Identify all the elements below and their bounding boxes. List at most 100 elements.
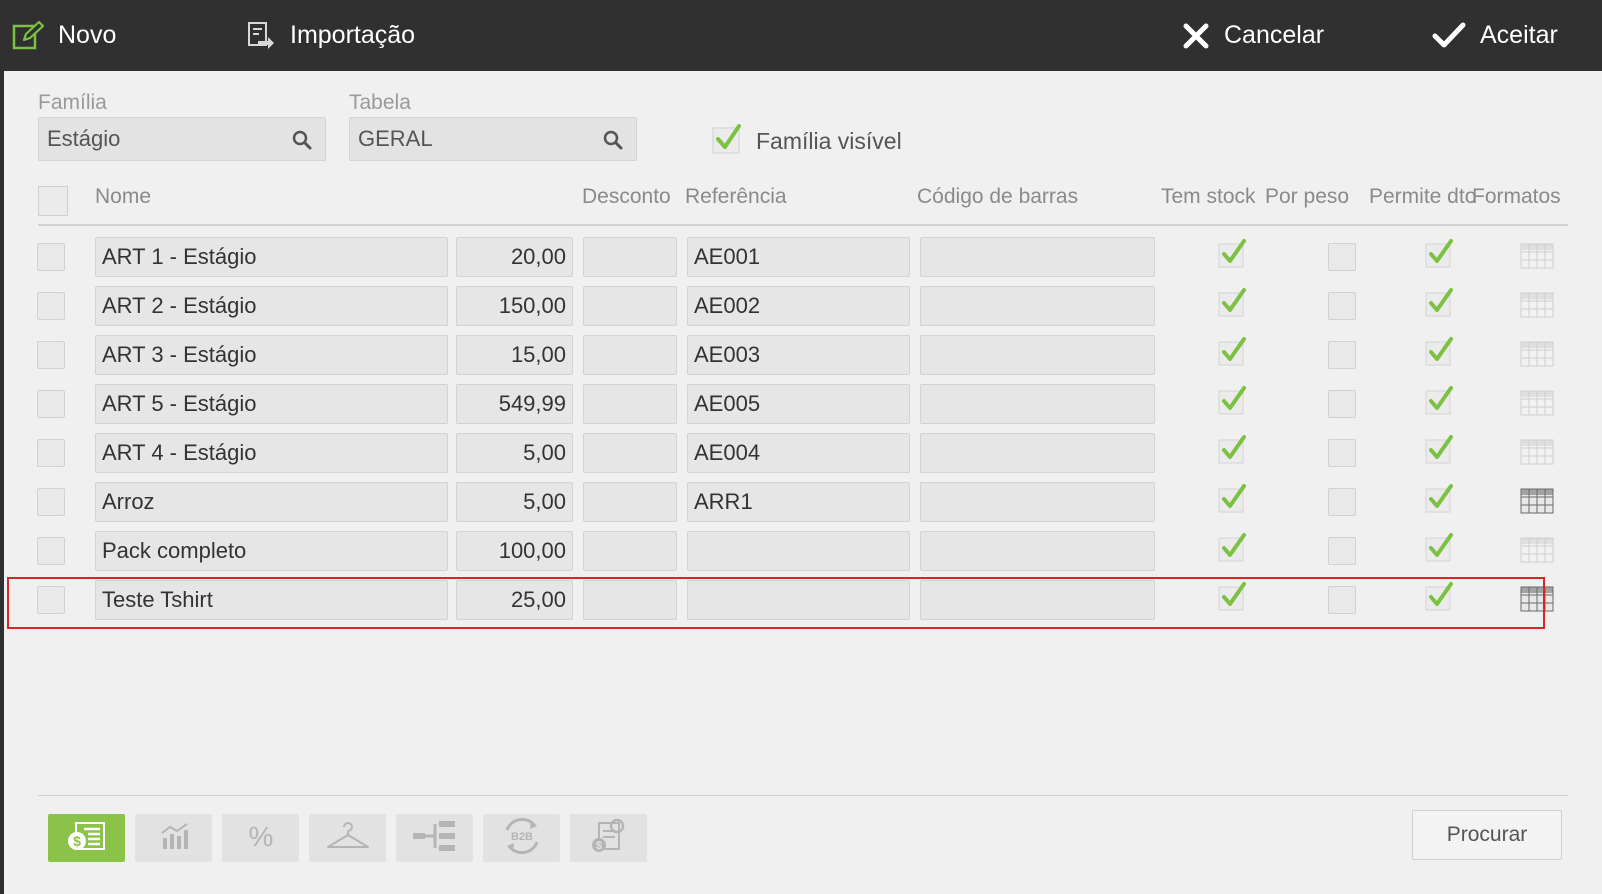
row-select-checkbox[interactable]	[37, 390, 65, 418]
tabela-select[interactable]: GERAL	[349, 117, 637, 161]
por-peso-checkbox[interactable]	[1328, 243, 1356, 271]
permite-dto-checkbox[interactable]	[1424, 483, 1454, 518]
permite-dto-checkbox[interactable]	[1424, 336, 1454, 371]
header-formatos[interactable]: Formatos	[1472, 185, 1561, 209]
permite-dto-checkbox[interactable]	[1424, 434, 1454, 469]
table-row[interactable]: Pack completo 100,00	[4, 531, 1602, 573]
por-peso-checkbox[interactable]	[1328, 537, 1356, 565]
formatos-grid-icon[interactable]	[1520, 390, 1554, 421]
preco-cell[interactable]: 150,00	[456, 286, 573, 326]
referencia-cell[interactable]	[687, 531, 910, 571]
row-select-checkbox[interactable]	[37, 439, 65, 467]
nome-cell[interactable]: Pack completo	[95, 531, 448, 571]
formatos-grid-icon[interactable]	[1520, 488, 1554, 519]
preco-cell[interactable]: 5,00	[456, 433, 573, 473]
header-referencia[interactable]: Referência	[685, 185, 787, 209]
tem-stock-checkbox[interactable]	[1217, 287, 1247, 322]
preco-cell[interactable]: 100,00	[456, 531, 573, 571]
codigo-barras-cell[interactable]	[920, 433, 1155, 473]
formatos-grid-icon[interactable]	[1520, 243, 1554, 274]
header-desconto[interactable]: Desconto	[582, 185, 671, 209]
aceitar-button[interactable]: Aceitar	[1432, 0, 1558, 71]
nome-cell[interactable]: ART 1 - Estágio	[95, 237, 448, 277]
referencia-cell[interactable]: AE003	[687, 335, 910, 375]
codigo-barras-cell[interactable]	[920, 384, 1155, 424]
familia-visivel-checkbox[interactable]	[712, 123, 742, 159]
referencia-cell[interactable]: AE001	[687, 237, 910, 277]
permite-dto-checkbox[interactable]	[1424, 532, 1454, 567]
table-row[interactable]: ART 2 - Estágio 150,00 AE002	[4, 286, 1602, 328]
desconto-cell[interactable]	[583, 433, 677, 473]
familia-visivel-toggle[interactable]: Família visível	[712, 123, 902, 159]
formatos-grid-icon[interactable]	[1520, 341, 1554, 372]
por-peso-checkbox[interactable]	[1328, 488, 1356, 516]
table-row[interactable]: ART 4 - Estágio 5,00 AE004	[4, 433, 1602, 475]
por-peso-checkbox[interactable]	[1328, 439, 1356, 467]
table-row[interactable]: Arroz 5,00 ARR1	[4, 482, 1602, 524]
header-por-peso[interactable]: Por peso	[1265, 185, 1349, 209]
importacao-button[interactable]: Importação	[246, 0, 415, 71]
preco-cell[interactable]: 15,00	[456, 335, 573, 375]
preco-cell[interactable]: 20,00	[456, 237, 573, 277]
formatos-grid-icon[interactable]	[1520, 439, 1554, 470]
por-peso-checkbox[interactable]	[1328, 341, 1356, 369]
header-permite-dto[interactable]: Permite dto	[1369, 185, 1476, 209]
hanger-button[interactable]	[309, 814, 386, 862]
row-select-checkbox[interactable]	[37, 537, 65, 565]
header-codigo-barras[interactable]: Código de barras	[917, 185, 1078, 209]
nome-cell[interactable]: ART 4 - Estágio	[95, 433, 448, 473]
header-nome[interactable]: Nome	[95, 185, 151, 209]
price-settings-button[interactable]: $	[570, 814, 647, 862]
familia-select[interactable]: Estágio	[38, 117, 326, 161]
tem-stock-checkbox[interactable]	[1217, 238, 1247, 273]
discount-button[interactable]: %	[222, 814, 299, 862]
codigo-barras-cell[interactable]	[920, 335, 1155, 375]
codigo-barras-cell[interactable]	[920, 482, 1155, 522]
tem-stock-checkbox[interactable]	[1217, 483, 1247, 518]
tem-stock-checkbox[interactable]	[1217, 336, 1247, 371]
nome-cell[interactable]: ART 2 - Estágio	[95, 286, 448, 326]
desconto-cell[interactable]	[583, 286, 677, 326]
desconto-cell[interactable]	[583, 482, 677, 522]
codigo-barras-cell[interactable]	[920, 531, 1155, 571]
desconto-cell[interactable]	[583, 531, 677, 571]
codigo-barras-cell[interactable]	[920, 286, 1155, 326]
row-select-checkbox[interactable]	[37, 488, 65, 516]
chart-button[interactable]	[135, 814, 212, 862]
row-select-checkbox[interactable]	[37, 292, 65, 320]
referencia-cell[interactable]: AE002	[687, 286, 910, 326]
por-peso-checkbox[interactable]	[1328, 390, 1356, 418]
formatos-grid-icon[interactable]	[1520, 292, 1554, 323]
hierarchy-button[interactable]	[396, 814, 473, 862]
codigo-barras-cell[interactable]	[920, 237, 1155, 277]
permite-dto-checkbox[interactable]	[1424, 238, 1454, 273]
preco-cell[interactable]: 549,99	[456, 384, 573, 424]
search-icon[interactable]	[602, 129, 624, 156]
desconto-cell[interactable]	[583, 335, 677, 375]
search-icon[interactable]	[291, 129, 313, 156]
referencia-cell[interactable]: AE005	[687, 384, 910, 424]
preco-cell[interactable]: 5,00	[456, 482, 573, 522]
tem-stock-checkbox[interactable]	[1217, 434, 1247, 469]
permite-dto-checkbox[interactable]	[1424, 385, 1454, 420]
cancelar-button[interactable]: Cancelar	[1182, 0, 1324, 71]
table-row[interactable]: ART 5 - Estágio 549,99 AE005	[4, 384, 1602, 426]
desconto-cell[interactable]	[583, 384, 677, 424]
referencia-cell[interactable]: AE004	[687, 433, 910, 473]
table-row[interactable]: ART 1 - Estágio 20,00 AE001	[4, 237, 1602, 279]
row-select-checkbox[interactable]	[37, 341, 65, 369]
formatos-grid-icon[interactable]	[1520, 537, 1554, 568]
nome-cell[interactable]: ART 3 - Estágio	[95, 335, 448, 375]
procurar-button[interactable]: Procurar	[1412, 810, 1562, 860]
permite-dto-checkbox[interactable]	[1424, 287, 1454, 322]
novo-button[interactable]: Novo	[12, 0, 116, 71]
referencia-cell[interactable]: ARR1	[687, 482, 910, 522]
row-select-checkbox[interactable]	[37, 243, 65, 271]
table-row[interactable]: ART 3 - Estágio 15,00 AE003	[4, 335, 1602, 377]
b2b-button[interactable]: B2B	[483, 814, 560, 862]
select-all-checkbox[interactable]	[38, 186, 68, 216]
tem-stock-checkbox[interactable]	[1217, 532, 1247, 567]
price-list-button[interactable]: $	[48, 814, 125, 862]
por-peso-checkbox[interactable]	[1328, 292, 1356, 320]
header-tem-stock[interactable]: Tem stock	[1161, 185, 1256, 209]
